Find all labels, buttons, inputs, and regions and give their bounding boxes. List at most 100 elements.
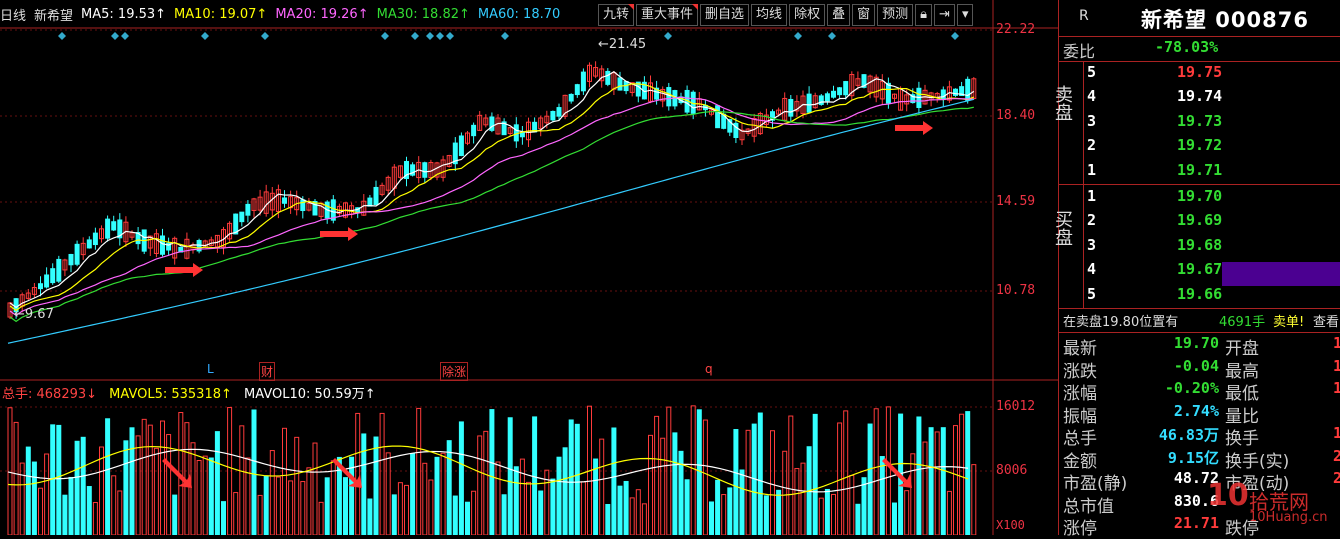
candle — [86, 239, 92, 249]
event-diamond-icon — [794, 32, 802, 40]
volume-bar — [111, 475, 117, 535]
jiuzhuan-button[interactable]: 九转 — [598, 4, 635, 26]
volume-bar — [68, 476, 74, 535]
volume-bar — [739, 469, 745, 535]
sell-level-row[interactable]: 1 19.71 — [1059, 161, 1340, 183]
candle — [471, 124, 477, 137]
order-notice[interactable]: 在卖盘19.80位置有 4691手 卖单! 查看 — [1059, 311, 1340, 333]
chart-toolbar: 九转 重大事件 删自选 均线 除权 叠 窗 预测 🔒︎ ⇥ ▾ — [598, 4, 975, 26]
volume-bar — [343, 477, 348, 535]
volume-bar — [404, 484, 409, 535]
volume-bar — [721, 494, 727, 535]
volume-bar — [233, 492, 239, 535]
ma-settings-button[interactable]: 均线 — [751, 4, 788, 26]
volume-bar — [446, 440, 452, 535]
volume-bar — [727, 487, 733, 535]
stat-label: 总手 — [1063, 429, 1097, 449]
volume-bar — [971, 464, 977, 535]
volume-bar — [373, 436, 379, 535]
ma60-legend: MA60: 18.70 — [477, 6, 561, 22]
event-marker[interactable]: 除涨 — [440, 362, 469, 381]
sell-level-row[interactable]: 5 19.75 — [1059, 63, 1340, 85]
volume-bar — [501, 494, 507, 535]
volume-bar — [452, 495, 458, 535]
sell-level-row[interactable]: 4 19.74 — [1059, 87, 1340, 109]
volume-bar — [172, 494, 178, 535]
candle — [666, 87, 672, 107]
buy-level-row[interactable]: 2 19.69 — [1059, 211, 1340, 233]
window-button[interactable]: 窗 — [852, 4, 876, 26]
volume-bar — [99, 446, 104, 535]
volume-bar — [745, 429, 751, 535]
kline-chart-pane[interactable]: 日线 新希望 MA5: 19.53↑ MA10: 19.07↑ MA20: 19… — [0, 0, 1058, 535]
volume-bar — [800, 462, 806, 535]
volume-bar — [934, 431, 940, 535]
chevron-down-icon[interactable]: ▾ — [956, 4, 974, 26]
ex-rights-button[interactable]: 除权 — [789, 4, 826, 26]
order-level: 4 — [1087, 260, 1097, 279]
candle — [617, 77, 623, 91]
lock-icon[interactable]: 🔒︎ — [915, 4, 933, 26]
volume-bar — [269, 450, 275, 535]
order-level: 3 — [1087, 235, 1097, 254]
watermark-sub: 10Huang.cn — [1249, 510, 1328, 525]
volume-bar — [526, 481, 531, 535]
volume-bar — [855, 503, 861, 535]
volume-bar — [153, 447, 159, 535]
candle — [68, 253, 74, 266]
volume-bar — [288, 480, 294, 535]
buy-level-row[interactable]: 3 19.68 — [1059, 236, 1340, 258]
order-price: 19.67 — [1177, 260, 1223, 279]
overlay-button[interactable]: 叠 — [827, 4, 851, 26]
kline-chart[interactable] — [0, 0, 1058, 535]
candle — [885, 82, 891, 104]
volume-bar — [422, 462, 428, 535]
candle — [160, 235, 165, 255]
buy-level-row[interactable]: 1 19.70 — [1059, 187, 1340, 209]
major-events-button[interactable]: 重大事件 — [636, 4, 699, 26]
event-diamond-icon — [951, 32, 959, 40]
stat-label: 涨停 — [1063, 519, 1097, 539]
buy-level-row[interactable]: 5 19.66 — [1059, 285, 1340, 307]
quote-stat-row: 振幅 2.74% 量比 — [1059, 402, 1340, 427]
red-arrow-icon — [165, 263, 203, 277]
arrow-right-bar-icon[interactable]: ⇥ — [934, 4, 955, 26]
volume-bar — [623, 480, 629, 535]
volume-bar — [916, 416, 922, 535]
price-tick: 10.78 — [996, 283, 1036, 298]
remove-watchlist-button[interactable]: 删自选 — [700, 4, 750, 26]
volume-bar — [385, 452, 391, 535]
mavol10-legend: MAVOL10: 50.59万↑ — [244, 387, 376, 402]
order-level: 4 — [1087, 87, 1097, 106]
stat-label-right: 最低 — [1225, 384, 1259, 404]
candle — [44, 274, 50, 288]
stat-label: 总市值 — [1063, 496, 1114, 517]
candle — [519, 132, 525, 138]
volume-bar — [635, 489, 641, 535]
volume-bar — [135, 435, 141, 535]
stat-value-right: 1 — [1333, 379, 1340, 397]
price-tick: 22.22 — [996, 22, 1036, 37]
candle — [513, 124, 519, 142]
stat-label: 涨幅 — [1063, 384, 1097, 404]
sell-level-row[interactable]: 2 19.72 — [1059, 136, 1340, 158]
candle — [367, 197, 373, 207]
volume-bar — [324, 477, 330, 535]
volume-bar — [355, 412, 361, 535]
volume-bar — [861, 477, 867, 535]
event-marker[interactable]: q — [705, 362, 713, 376]
volume-bar — [629, 497, 635, 535]
volume-bar — [465, 501, 470, 535]
volume-bar — [397, 482, 403, 535]
stat-value: 46.83万 — [1158, 426, 1219, 444]
forecast-button[interactable]: 预测 — [877, 4, 914, 26]
volume-bar — [593, 458, 599, 535]
candle — [245, 203, 251, 216]
event-marker[interactable]: 财 — [259, 362, 276, 381]
volume-bar — [306, 467, 312, 535]
sell-level-row[interactable]: 3 19.73 — [1059, 112, 1340, 134]
volume-bar — [361, 433, 367, 535]
volume-bar — [794, 468, 800, 535]
event-marker[interactable]: L — [207, 362, 214, 376]
volume-bar — [105, 418, 111, 535]
